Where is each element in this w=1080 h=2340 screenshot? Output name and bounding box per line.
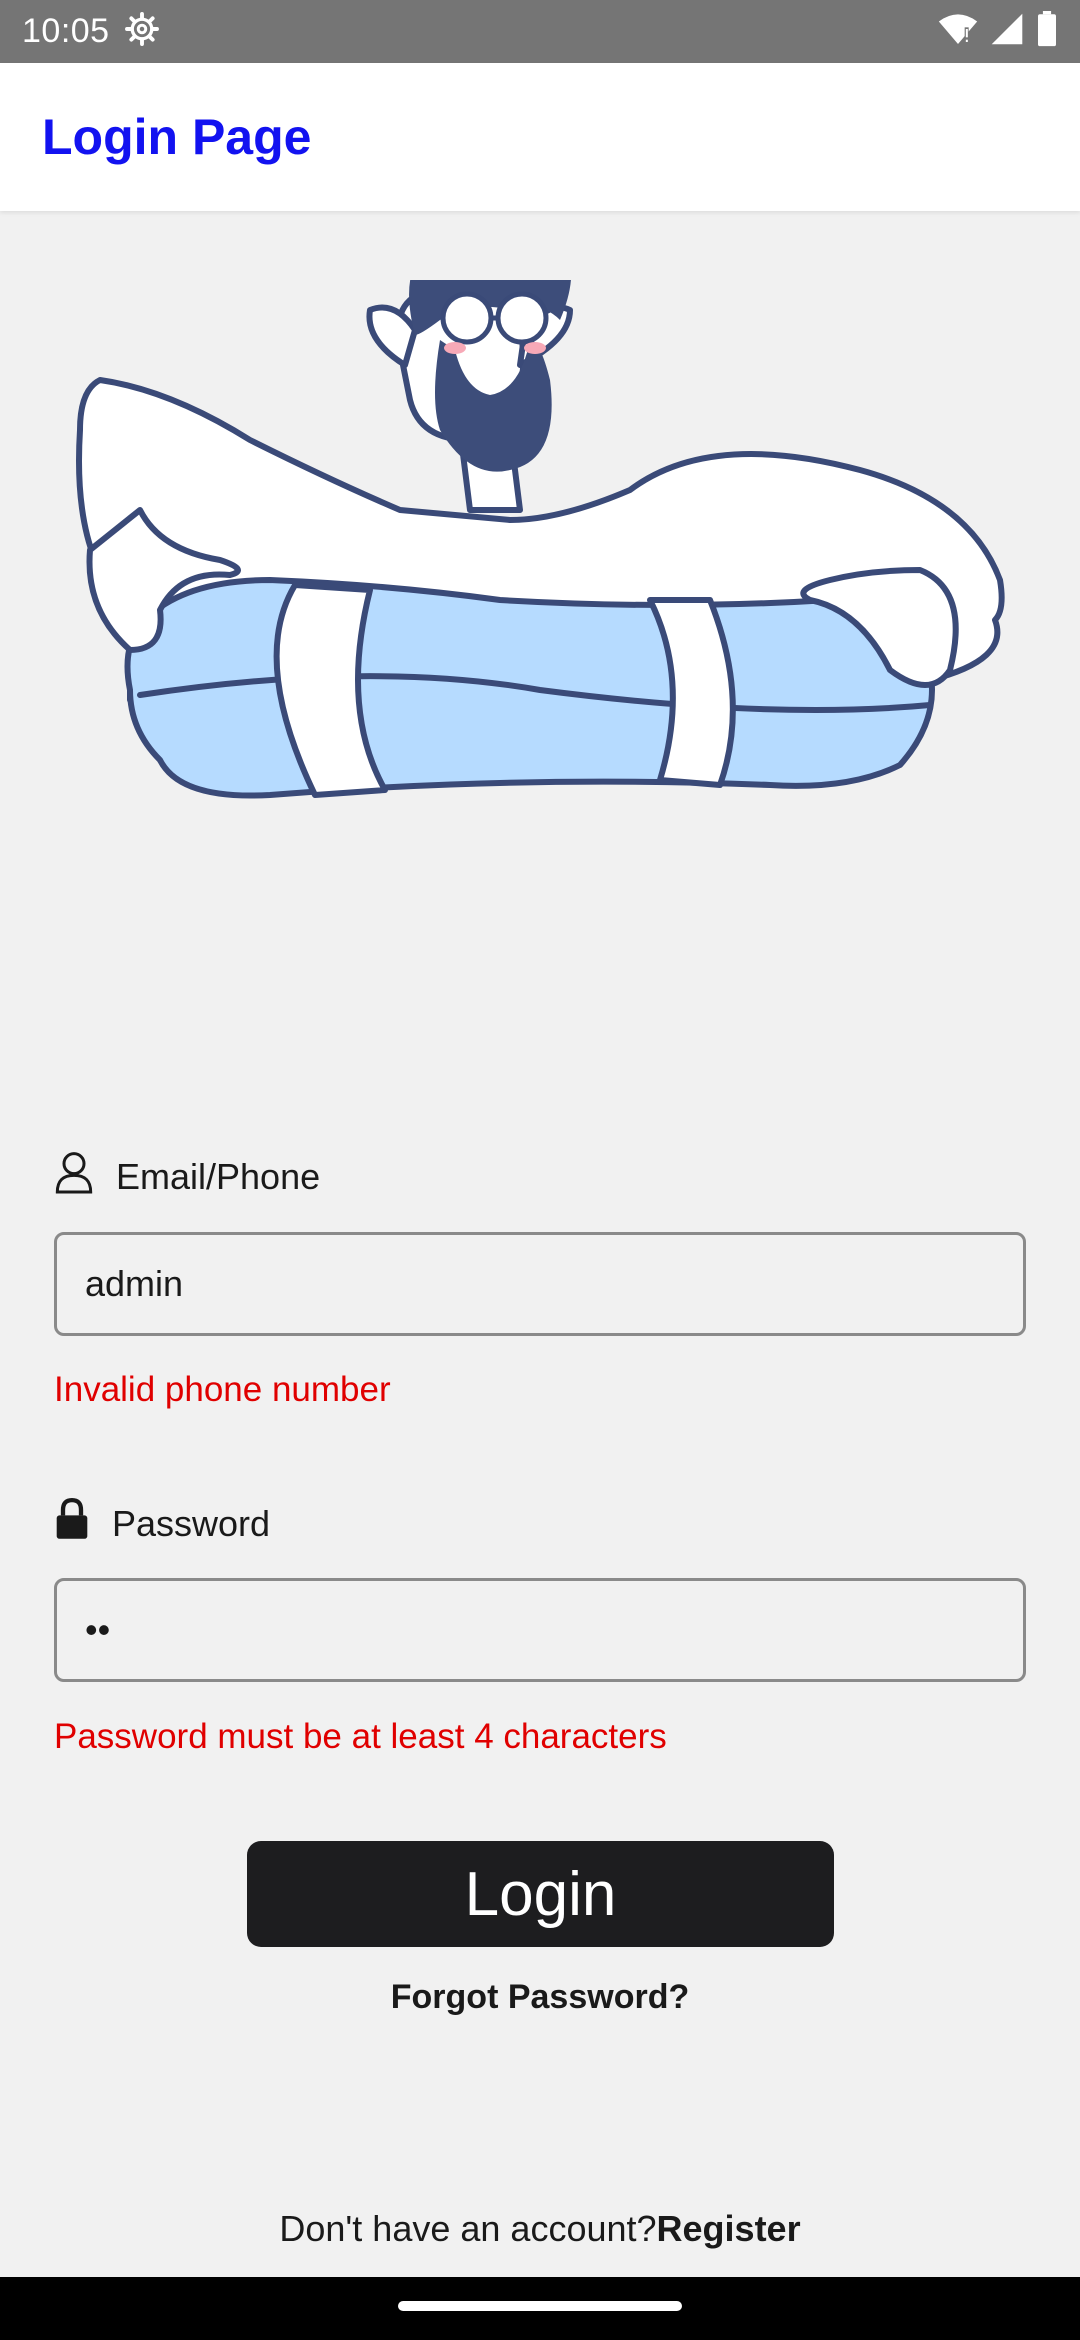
status-bar: 10:05 bbox=[0, 0, 1080, 63]
page-title: Login Page bbox=[42, 109, 312, 165]
battery-icon bbox=[1036, 11, 1058, 52]
email-input[interactable]: admin bbox=[54, 1232, 1026, 1336]
no-account-text: Don't have an account? bbox=[279, 2208, 657, 2249]
register-row: Don't have an account?Register bbox=[0, 2208, 1080, 2250]
password-input-value: •• bbox=[85, 1609, 111, 1650]
email-input-value: admin bbox=[85, 1263, 184, 1304]
password-error-text: Password must be at least 4 characters bbox=[54, 1717, 667, 1756]
forgot-password-link[interactable]: Forgot Password? bbox=[0, 1978, 1080, 2017]
email-label-row: Email/Phone bbox=[54, 1150, 320, 1203]
login-illustration bbox=[70, 212, 1010, 1000]
status-right bbox=[938, 11, 1058, 52]
status-left: 10:05 bbox=[22, 11, 160, 52]
settings-gear-icon bbox=[124, 11, 160, 52]
password-label-row: Password bbox=[54, 1497, 270, 1550]
home-gesture-handle[interactable] bbox=[398, 2301, 682, 2311]
email-label: Email/Phone bbox=[116, 1155, 321, 1197]
password-input[interactable]: •• bbox=[54, 1578, 1026, 1682]
wifi-icon bbox=[938, 12, 978, 51]
person-icon bbox=[54, 1150, 94, 1203]
email-error-text: Invalid phone number bbox=[54, 1370, 391, 1409]
app-bar: Login Page bbox=[0, 63, 1080, 211]
signal-icon bbox=[990, 12, 1024, 51]
login-button[interactable]: Login bbox=[247, 1841, 834, 1947]
register-link[interactable]: Register bbox=[657, 2208, 801, 2249]
lock-icon bbox=[54, 1497, 90, 1550]
status-time: 10:05 bbox=[22, 12, 110, 50]
password-label: Password bbox=[112, 1502, 271, 1544]
